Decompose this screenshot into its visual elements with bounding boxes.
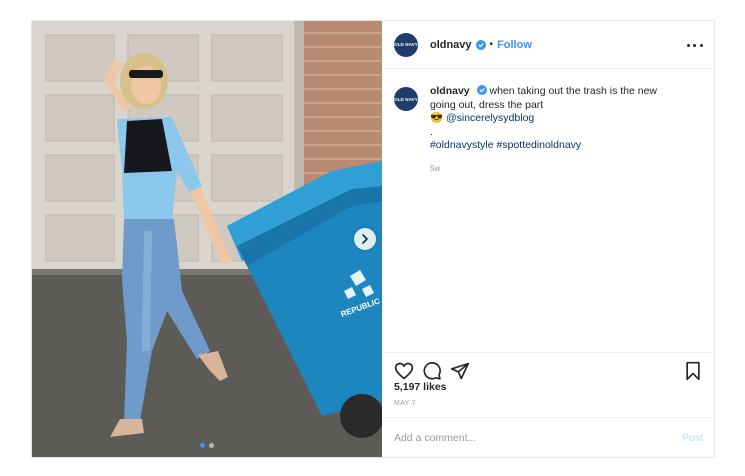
carousel-next-button[interactable] [354, 228, 376, 250]
post-header: OLD NAVY oldnavy • Follow [381, 21, 715, 69]
header-separator: • [489, 39, 494, 50]
header-username[interactable]: oldnavy [430, 39, 472, 51]
carousel-indicator [32, 443, 382, 448]
photo-scene: REPUBLIC [32, 21, 382, 457]
bookmark-icon[interactable] [683, 361, 703, 381]
follow-button[interactable]: Follow [497, 39, 532, 51]
caption-dot: . [429, 125, 433, 138]
comment-input[interactable] [393, 431, 682, 444]
chevron-right-icon [362, 234, 369, 244]
avatar[interactable]: OLD NAVY [393, 32, 418, 57]
post-comment-button[interactable]: Post [682, 432, 703, 444]
avatar-logo-text: OLD NAVY [394, 42, 418, 47]
post-date: MAY 7 [393, 400, 416, 407]
caption-avatar[interactable]: OLD NAVY [393, 87, 418, 111]
mention-link[interactable]: @sincerelysydblog [446, 112, 534, 124]
time-ago: 5w [429, 163, 441, 173]
caption-username[interactable]: oldnavy [430, 85, 470, 97]
more-options-icon[interactable] [686, 38, 703, 52]
caption-avatar-logo-text: OLD NAVY [394, 96, 418, 102]
comment-icon[interactable] [422, 361, 442, 381]
heart-icon[interactable] [394, 361, 414, 381]
post-side-panel: OLD NAVY oldnavy • Follow OLD NAVY oldna… [381, 21, 715, 457]
verified-badge-icon [476, 85, 487, 95]
likes-count[interactable]: 5,197 likes [394, 381, 447, 393]
post-photo[interactable]: REPUBLIC [32, 21, 382, 457]
comment-bar: Post [381, 417, 715, 457]
caption: OLD NAVY oldnavy when taking out the tra… [393, 85, 704, 175]
sunglasses-emoji-icon: 😎 [429, 112, 444, 124]
carousel-dot-active [199, 443, 205, 448]
share-icon[interactable] [450, 361, 470, 381]
carousel-dot [208, 443, 214, 448]
instagram-post: REPUBLIC OLD NAVY oldnavy • Follow OLD N… [31, 20, 715, 458]
caption-body: oldnavy when taking out the trash is the… [430, 85, 680, 175]
verified-badge-icon [475, 39, 486, 50]
hashtags-link[interactable]: #oldnavystyle #spottedinoldnavy [430, 139, 581, 151]
